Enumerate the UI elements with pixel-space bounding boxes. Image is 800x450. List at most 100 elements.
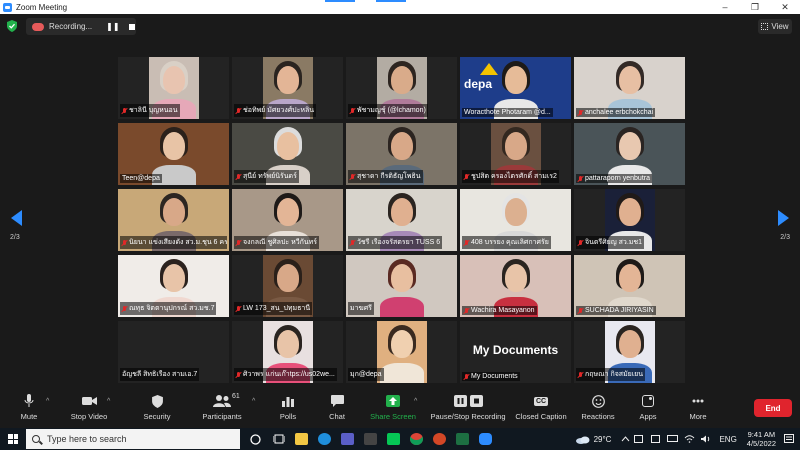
teams-taskbar-icon[interactable] [336, 428, 359, 450]
security-shield-icon [151, 394, 163, 408]
closed-caption-button[interactable]: CC Closed Caption [514, 393, 568, 421]
participant-tile[interactable]: depa Woracthote Photaram @d... [460, 57, 571, 119]
participant-name-tag: 408 บรรยง คุณเลิศกาศรัย [462, 236, 551, 249]
show-hidden-icons-icon[interactable] [621, 436, 630, 442]
start-button[interactable] [0, 428, 26, 450]
reactions-button[interactable]: Reactions [580, 393, 616, 421]
pause-stop-recording-button[interactable]: Pause/Stop Recording [426, 393, 510, 421]
search-placeholder: Type here to search [47, 434, 127, 444]
participant-tile[interactable]: Wachira Masayanon [460, 255, 571, 317]
video-options-caret[interactable]: ^ [107, 398, 110, 405]
participant-face [618, 198, 641, 226]
participants-count-badge: 61 [232, 393, 240, 400]
microphone-muted-icon [578, 307, 583, 314]
participant-tile[interactable]: จินตรีศิยญ สว.มช1 [574, 189, 685, 251]
loading-indicator-2 [376, 0, 406, 2]
loading-indicator [325, 0, 355, 2]
participant-tile[interactable]: มาฆศรี [346, 255, 457, 317]
participant-tile[interactable]: anchalee erbchokchai [574, 57, 685, 119]
participant-tile[interactable]: ชาลินี บุญหนอน [118, 57, 229, 119]
chat-button[interactable]: Chat [322, 393, 352, 421]
next-page-arrow-icon[interactable] [778, 210, 789, 226]
participant-tile[interactable]: มุก@depa [346, 321, 457, 383]
line-taskbar-icon[interactable] [382, 428, 405, 450]
notifications-icon[interactable] [784, 434, 794, 444]
participant-face [618, 132, 641, 160]
stop-recording-icon[interactable] [128, 23, 135, 30]
participant-name-tag: มุก@depa [348, 368, 384, 381]
minimize-button[interactable]: – [710, 2, 740, 12]
microphone-muted-icon [236, 173, 241, 180]
language-indicator[interactable]: ENG [719, 435, 736, 444]
share-screen-button[interactable]: Share Screen [368, 393, 418, 421]
participant-name: My Documents [471, 373, 518, 380]
participant-tile[interactable]: วัชรี เรืองจรัสตรยา TUSS 6 [346, 189, 457, 251]
participant-tile[interactable]: Teen@depa [118, 123, 229, 185]
search-icon [32, 435, 40, 443]
wifi-icon[interactable] [684, 435, 695, 443]
stop-video-label: Stop Video [70, 412, 108, 421]
edge-taskbar-icon[interactable] [313, 428, 336, 450]
participant-tile[interactable]: ศิวาพร แก่นเก๊าtps://us02we... [232, 321, 343, 383]
powerpoint-taskbar-icon[interactable] [428, 428, 451, 450]
participant-tile[interactable]: นิยนา แข่งเสียงดัง สว.ม.ชุน 6 คร [118, 189, 229, 251]
pause-recording-icon[interactable]: ❚❚ [106, 22, 119, 31]
participant-name-tag: LW 173_สน_ปทุมธานี [234, 302, 313, 315]
polls-button[interactable]: Polls [274, 393, 302, 421]
participant-name-tag: นิยนา แข่งเสียงดัง สว.ม.ชุน 6 คร [120, 236, 227, 249]
end-meeting-button[interactable]: End [754, 399, 792, 417]
participant-tile[interactable]: SUCHADA JIRIYASIN [574, 255, 685, 317]
mute-button[interactable]: Mute [14, 393, 44, 421]
more-button[interactable]: More [684, 393, 712, 421]
participant-name: ชาลินี บุญหนอน [129, 107, 178, 114]
participant-name: ณทุธ จิตตานุปกรณ์ สว.มช.7 [129, 305, 215, 312]
excel-taskbar-icon[interactable] [451, 428, 474, 450]
maximize-button[interactable]: ❐ [740, 2, 770, 13]
participant-tile[interactable]: ณทุธ จิตตานุปกรณ์ สว.มช.7 [118, 255, 229, 317]
participant-name: SUCHADA JIRIYASIN [585, 307, 654, 314]
participant-tile[interactable]: พัชามญชุ์ (@lchamon) [346, 57, 457, 119]
zoom-logo-icon [3, 2, 12, 12]
participant-tile[interactable]: LW 173_สน_ปทุมธานี [232, 255, 343, 317]
shield-icon[interactable] [7, 20, 17, 32]
taskbar-clock[interactable]: 9:41 AM 4/5/2022 [747, 430, 776, 448]
participant-tile[interactable]: pattaraporn yenbutra [574, 123, 685, 185]
chrome-taskbar-icon[interactable] [405, 428, 428, 450]
participant-tile[interactable]: สุนีย์ ทรัพย์นิรันดร์ [232, 123, 343, 185]
smiley-icon [591, 394, 605, 408]
gallery-view: 2/3 2/3 ชาลินี บุญหนอน ช่อทิพย์ มัศยวงศ์ป… [0, 40, 800, 390]
close-button[interactable]: ✕ [770, 2, 800, 13]
participant-tile[interactable]: จงกลณี ชูศิลปะ หวีกันทร์ [232, 189, 343, 251]
participant-name: สุนีย์ ทรัพย์นิรันดร์ [243, 173, 297, 180]
view-button[interactable]: View [758, 19, 792, 34]
participant-name: นิยนา แข่งเสียงดัง สว.ม.ชุน 6 คร [129, 239, 227, 246]
zoom-taskbar-icon[interactable] [474, 428, 497, 450]
messaging-taskbar-icon[interactable] [359, 428, 382, 450]
tray-app-icon-2[interactable] [651, 435, 661, 443]
participant-tile[interactable]: สุชาดา กีรติธัญโพธิน [346, 123, 457, 185]
apps-button[interactable]: Apps [634, 393, 662, 421]
security-button[interactable]: Security [138, 393, 176, 421]
previous-page-arrow-icon[interactable] [11, 210, 22, 226]
tray-app-icon[interactable] [634, 435, 644, 443]
participant-tile[interactable]: My Documents My Documents [460, 321, 571, 383]
task-switch-button[interactable] [267, 428, 290, 450]
taskbar-search-box[interactable]: Type here to search [26, 429, 240, 449]
file-explorer-taskbar-icon[interactable] [290, 428, 313, 450]
participant-tile[interactable]: 408 บรรยง คุณเลิศกาศรัย [460, 189, 571, 251]
participants-options-caret[interactable]: ^ [252, 398, 255, 405]
audio-options-caret[interactable]: ^ [46, 398, 49, 405]
participant-tile[interactable]: ช่อทิพย์ มัศยวงศ์ปะหลิน [232, 57, 343, 119]
participants-label: Participants [202, 412, 242, 421]
display-icon[interactable] [667, 435, 679, 443]
task-view-button[interactable] [244, 428, 267, 450]
share-options-caret[interactable]: ^ [414, 398, 417, 405]
participants-button[interactable]: Participants 61 [198, 393, 246, 421]
weather-temperature[interactable]: 29°C [594, 435, 612, 444]
participant-tile[interactable]: อัญชลี สิทธิเรือง สามเอ.7 [118, 321, 229, 383]
speaker-icon[interactable] [701, 435, 712, 443]
participant-tile[interactable]: ชูปสิต ครองไตรศักดิ์ สามเร2 [460, 123, 571, 185]
participant-face [390, 66, 413, 94]
participant-tile[interactable]: กฤษณา กิจสมัยเยน [574, 321, 685, 383]
participant-name: 408 บรรยง คุณเลิศกาศรัย [471, 239, 549, 246]
